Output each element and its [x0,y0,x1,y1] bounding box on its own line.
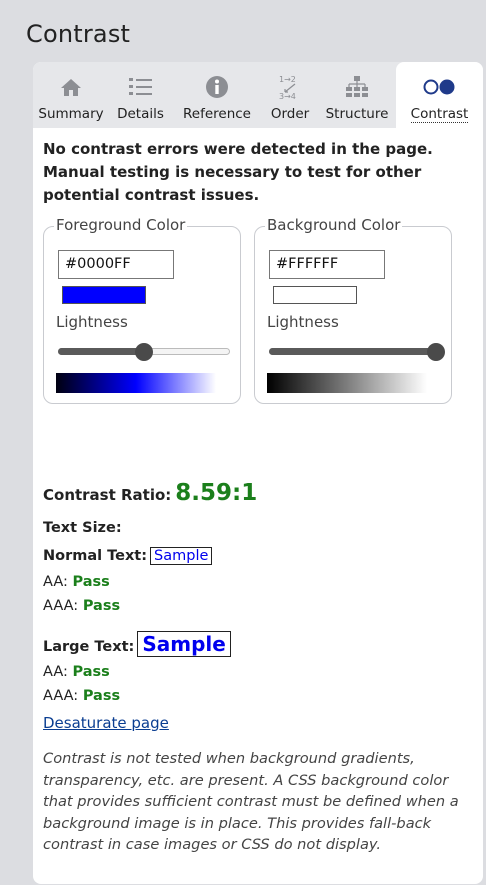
background-lightness-slider[interactable] [269,342,445,362]
tab-contrast[interactable]: Contrast [396,62,483,128]
text-size-label: Text Size: [43,520,122,536]
background-lightness-gradient [267,373,427,393]
foreground-lightness-gradient [56,373,216,393]
home-icon [60,70,82,104]
tab-structure[interactable]: Structure [318,62,396,128]
svg-text:1→2: 1→2 [279,75,296,84]
aa-label: AA: [43,574,68,590]
contrast-note: Contrast is not tested when background g… [43,750,459,853]
background-legend: Background Color [265,216,403,234]
normal-aaa-result: Pass [82,598,121,614]
foreground-hex-input[interactable]: #0000FF [58,250,174,279]
normal-aa-row: AA: Pass [43,574,110,590]
normal-aa-result: Pass [72,574,110,590]
structure-icon [344,70,370,104]
panel-card: Summary Details Reference 1→2 3→4 Order … [33,62,483,884]
aaa-label: AAA: [43,598,79,614]
background-lightness-label: Lightness [267,313,339,331]
tab-order[interactable]: 1→2 3→4 Order [262,62,318,128]
list-icon [128,70,154,104]
contrast-notice: No contrast errors were detected in the … [43,140,433,204]
tab-details[interactable]: Details [109,62,172,128]
background-swatch[interactable] [273,286,357,304]
normal-text-row: Normal Text: Sample [43,547,213,565]
svg-text:3→4: 3→4 [279,92,296,101]
foreground-color-box: Foreground Color #0000FF Lightness [43,216,241,404]
normal-text-label: Normal Text: [43,548,148,564]
contrast-panel: Contrast Summary Details Reference 1→2 3… [8,8,483,884]
foreground-legend: Foreground Color [54,216,188,234]
contrast-ratio-value: 8.59:1 [175,480,258,506]
contrast-ratio-label: Contrast Ratio: [43,486,172,504]
normal-aaa-row: AAA: Pass [43,598,120,614]
large-aaa-result: Pass [82,688,121,704]
aaa-label: AAA: [43,688,79,704]
large-aa-result: Pass [72,664,110,680]
aa-label: AA: [43,664,68,680]
foreground-lightness-label: Lightness [56,313,128,331]
slider-handle[interactable] [135,343,153,361]
desaturate-page-link[interactable]: Desaturate page [43,714,169,732]
contrast-ratio: Contrast Ratio: 8.59:1 [43,480,257,506]
contrast-icon [422,70,458,104]
info-icon [205,70,229,104]
slider-handle[interactable] [427,343,445,361]
normal-text-sample: Sample [150,547,213,565]
large-text-sample: Sample [137,631,231,657]
background-hex-input[interactable]: #FFFFFF [269,250,385,279]
tab-reference[interactable]: Reference [172,62,262,128]
background-color-box: Background Color #FFFFFF Lightness [254,216,452,404]
tab-summary[interactable]: Summary [33,62,109,128]
foreground-lightness-slider[interactable] [58,342,230,362]
large-aaa-row: AAA: Pass [43,688,120,704]
foreground-swatch[interactable] [62,286,146,304]
large-text-row: Large Text: Sample [43,631,231,657]
large-text-label: Large Text: [43,639,135,655]
panel-title: Contrast [26,20,131,48]
contrast-content: No contrast errors were detected in the … [43,138,473,853]
order-icon: 1→2 3→4 [277,70,303,104]
color-pickers: Foreground Color #0000FF Lightness Backg… [43,216,463,408]
large-aa-row: AA: Pass [43,664,110,680]
tab-bar: Summary Details Reference 1→2 3→4 Order … [33,62,483,128]
